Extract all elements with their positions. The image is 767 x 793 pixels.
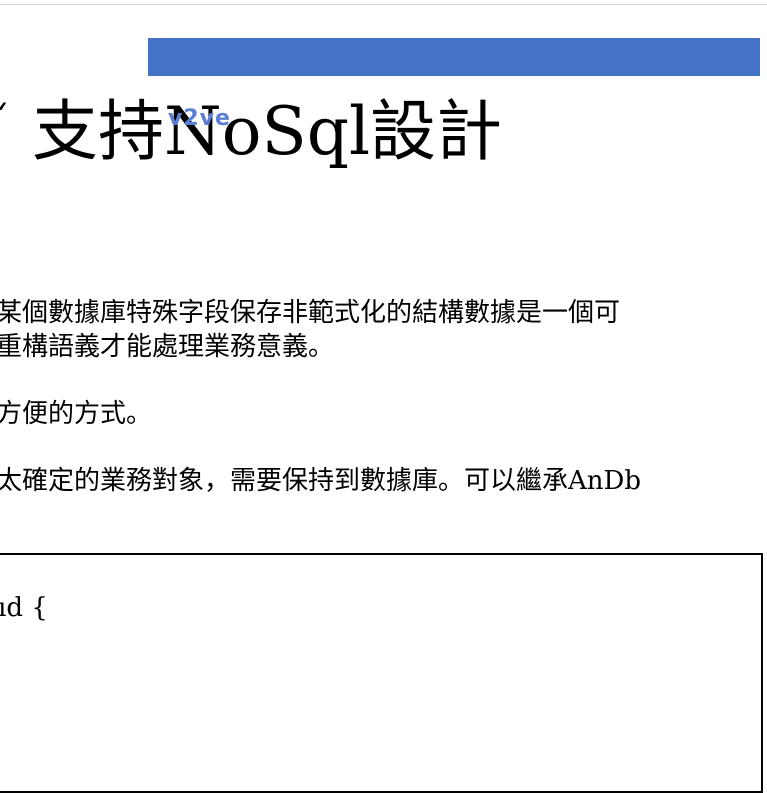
paragraph-line-4: 太確定的業務對象，需要保持到數據庫。可以繼承AnDb	[0, 466, 642, 496]
paragraph-line-2: 重構語義才能處理業務意義。	[0, 332, 335, 362]
code-block: ıd {	[0, 553, 763, 793]
header-color-bar	[148, 38, 760, 76]
page-title: 支持NoSql設計	[32, 93, 503, 170]
paragraph-line-1: 某個數據庫特殊字段保存非範式化的結構數據是一個可	[0, 298, 621, 328]
paragraph-line-3: 方便的方式。	[0, 399, 153, 429]
overlay-label: v2ve	[168, 106, 231, 131]
code-line-1: ıd {	[0, 593, 48, 623]
title-bullet-glyph: ˇ	[0, 99, 10, 145]
top-rule	[0, 4, 767, 5]
